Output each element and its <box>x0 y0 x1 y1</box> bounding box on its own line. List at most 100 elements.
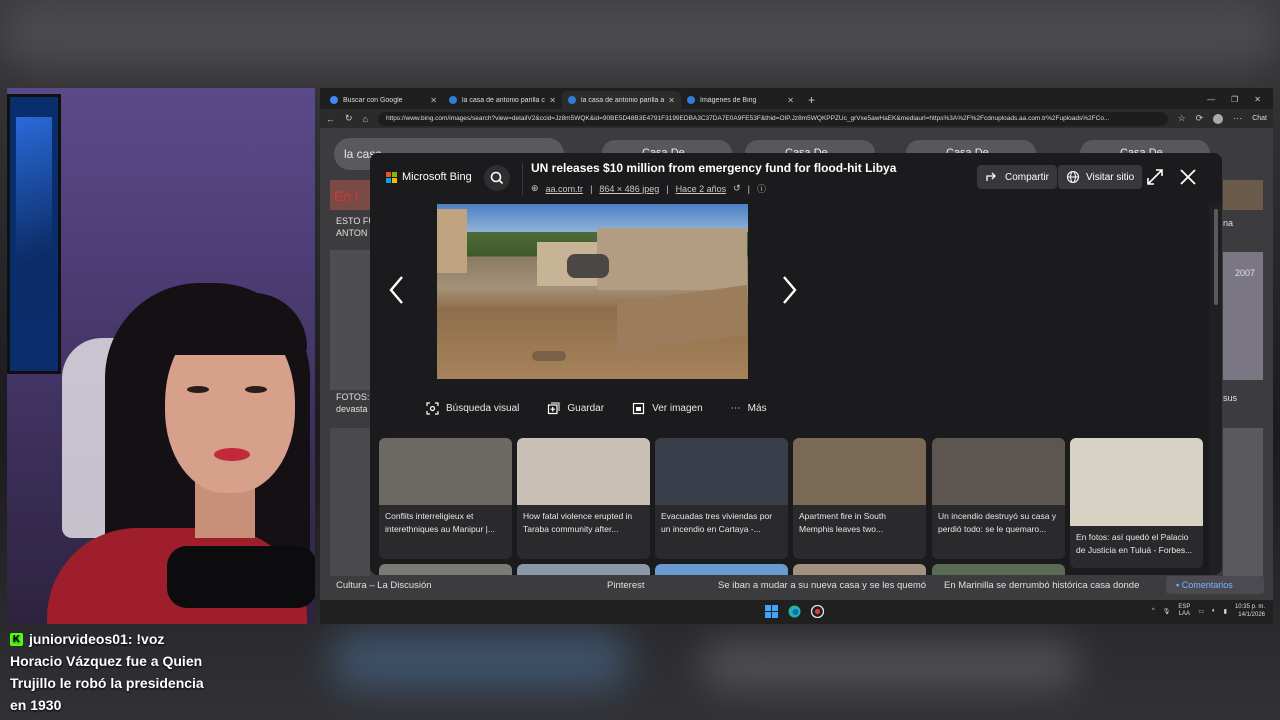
related-thumbnail <box>1070 438 1203 526</box>
network-icon[interactable]: ▭ <box>1198 608 1204 615</box>
monitor-in-background <box>7 94 61 374</box>
home-icon[interactable]: ⌂ <box>363 114 368 124</box>
history-icon: ↺ <box>733 183 741 193</box>
windows-taskbar: ^ 🎙︎ ESP LAA ▭ 🔈︎ ▮ 10:35 p. m. 14/1/202… <box>320 600 1273 624</box>
bing-favicon-icon <box>449 96 457 104</box>
chat-username: juniorvideos01 <box>29 631 128 647</box>
related-image-card[interactable] <box>655 564 788 575</box>
related-thumbnail <box>517 438 650 505</box>
microsoft-bing-logo[interactable]: Microsoft Bing <box>386 171 472 183</box>
edge-browser-icon[interactable] <box>788 605 801 618</box>
more-menu-icon[interactable]: ⋯ <box>1233 113 1242 124</box>
related-image-card[interactable]: How fatal violence erupted in Taraba com… <box>517 438 650 559</box>
system-tray: ^ 🎙︎ ESP LAA ▭ 🔈︎ ▮ 10:35 p. m. 14/1/202… <box>1152 603 1265 619</box>
comments-button[interactable]: ▪ Comentarios <box>1166 576 1264 594</box>
chat-header-line: K juniorvideos01 : !voz <box>10 628 310 650</box>
result-caption: Cultura – La Discusión <box>336 580 432 591</box>
share-icon <box>986 172 996 181</box>
tab-google-search[interactable]: Buscar con Google ✕ <box>324 91 443 109</box>
search-button[interactable] <box>484 165 510 191</box>
more-button[interactable]: ⋯ Más <box>731 402 767 415</box>
battery-icon[interactable]: ▮ <box>1224 608 1227 615</box>
maximize-icon[interactable]: ❐ <box>1231 91 1238 109</box>
main-image-flood-libya[interactable] <box>437 204 748 379</box>
chat-message-line: Horacio Vázquez fue a Quien <box>10 653 203 669</box>
refresh-icon[interactable]: ↻ <box>345 113 353 124</box>
view-image-icon <box>632 402 645 415</box>
clock[interactable]: 10:35 p. m. 14/1/2026 <box>1235 603 1265 619</box>
globe-icon: ⊕ <box>531 183 539 193</box>
chevron-left-icon <box>389 276 403 304</box>
image-dimensions: 864 × 486 jpeg <box>599 183 660 194</box>
save-button[interactable]: Guardar <box>547 402 604 415</box>
visual-search-button[interactable]: Búsqueda visual <box>426 402 519 415</box>
info-icon[interactable]: ⓘ <box>757 182 766 195</box>
expand-icon[interactable] <box>1143 165 1167 189</box>
extensions-icon[interactable]: ⟳ <box>1196 113 1204 124</box>
modal-scrollbar-thumb[interactable] <box>1214 209 1218 305</box>
new-tab-icon[interactable]: + <box>800 91 823 109</box>
save-icon <box>548 402 560 415</box>
image-age: Hace 2 años <box>675 183 727 194</box>
microphone <box>167 546 315 608</box>
related-image-card[interactable]: Apartment fire in South Memphis leaves t… <box>793 438 926 559</box>
related-thumbnail <box>379 438 512 505</box>
source-link[interactable]: aa.com.tr <box>546 184 584 194</box>
related-image-card[interactable] <box>793 564 926 575</box>
bing-favicon-icon <box>687 96 695 104</box>
close-tab-icon[interactable]: ✕ <box>787 96 794 105</box>
tab-search-active[interactable]: la casa de antonio parilla antes de ✕ <box>562 91 681 109</box>
related-image-card[interactable]: Conflits interreligieux et interethnique… <box>379 438 512 559</box>
recorder-app-icon[interactable] <box>811 605 824 618</box>
related-thumbnail <box>932 438 1065 505</box>
result-caption: Pinterest <box>607 580 645 591</box>
chat-message-line: en 1930 <box>10 697 62 713</box>
favorite-star-icon[interactable]: ☆ <box>1178 113 1186 124</box>
related-image-card[interactable]: En fotos: así quedó el Palacio de Justic… <box>1070 438 1203 568</box>
more-dots-icon: ⋯ <box>730 403 741 414</box>
globe-icon <box>1066 170 1080 184</box>
modal-header: Microsoft Bing UN releases $10 million f… <box>370 153 1222 203</box>
address-bar-row: ← ↻ ⌂ https://www.bing.com/images/search… <box>320 109 1273 128</box>
close-tab-icon[interactable]: ✕ <box>668 96 675 105</box>
microphone-icon[interactable]: 🎙︎ <box>1163 608 1171 615</box>
previous-image-button[interactable] <box>386 273 408 307</box>
related-image-card[interactable]: Evacuadas tres viviendas por un incendio… <box>655 438 788 559</box>
window-controls: — ❐ ✕ <box>1207 91 1273 109</box>
copilot-chat-button[interactable]: Chat <box>1252 115 1267 122</box>
related-image-card[interactable] <box>517 564 650 575</box>
result-caption: Se iban a mudar a su nueva casa y se les… <box>718 580 927 591</box>
close-tab-icon[interactable]: ✕ <box>430 96 437 105</box>
webcam-feed <box>7 88 315 624</box>
related-image-card[interactable] <box>379 564 512 575</box>
chat-command: : !voz <box>127 631 165 647</box>
visit-site-button[interactable]: Visitar sitio <box>1058 165 1143 189</box>
minimize-icon[interactable]: — <box>1207 91 1215 109</box>
close-window-icon[interactable]: ✕ <box>1254 91 1261 109</box>
close-icon[interactable] <box>1176 165 1200 189</box>
image-actions: Búsqueda visual Guardar Ver imagen ⋯ Más <box>426 402 795 415</box>
kick-badge-icon: K <box>10 632 23 646</box>
windows-start-icon[interactable] <box>765 605 778 618</box>
language-indicator[interactable]: ESP LAA <box>1178 604 1190 618</box>
view-image-button[interactable]: Ver imagen <box>632 402 703 415</box>
profile-avatar[interactable] <box>1213 113 1224 124</box>
back-icon[interactable]: ← <box>326 114 335 124</box>
chevron-up-icon[interactable]: ^ <box>1152 608 1155 614</box>
image-meta: ⊕ aa.com.tr | 864 × 486 jpeg | Hace 2 añ… <box>531 182 767 195</box>
tab-search-1[interactable]: la casa de antonio parilla castillo ✕ <box>443 91 562 109</box>
volume-icon[interactable]: 🔈︎ <box>1212 608 1216 615</box>
related-image-card[interactable]: Un incendio destruyó su casa y perdió to… <box>932 438 1065 559</box>
chevron-right-icon <box>783 276 797 304</box>
related-image-card[interactable] <box>932 564 1065 575</box>
microsoft-logo-icon <box>386 171 397 183</box>
image-title[interactable]: UN releases $10 million from emergency f… <box>531 161 896 175</box>
tab-bing-images[interactable]: Imágenes de Bing ✕ <box>681 91 800 109</box>
close-tab-icon[interactable]: ✕ <box>549 96 556 105</box>
share-button[interactable]: Compartir <box>977 165 1057 189</box>
url-field[interactable]: https://www.bing.com/images/search?view=… <box>377 111 1168 126</box>
next-image-button[interactable] <box>778 273 800 307</box>
chat-overlay: K juniorvideos01 : !voz Horacio Vázquez … <box>10 628 310 716</box>
header-divider <box>522 163 523 195</box>
tab-bar: Buscar con Google ✕ la casa de antonio p… <box>320 88 1273 109</box>
